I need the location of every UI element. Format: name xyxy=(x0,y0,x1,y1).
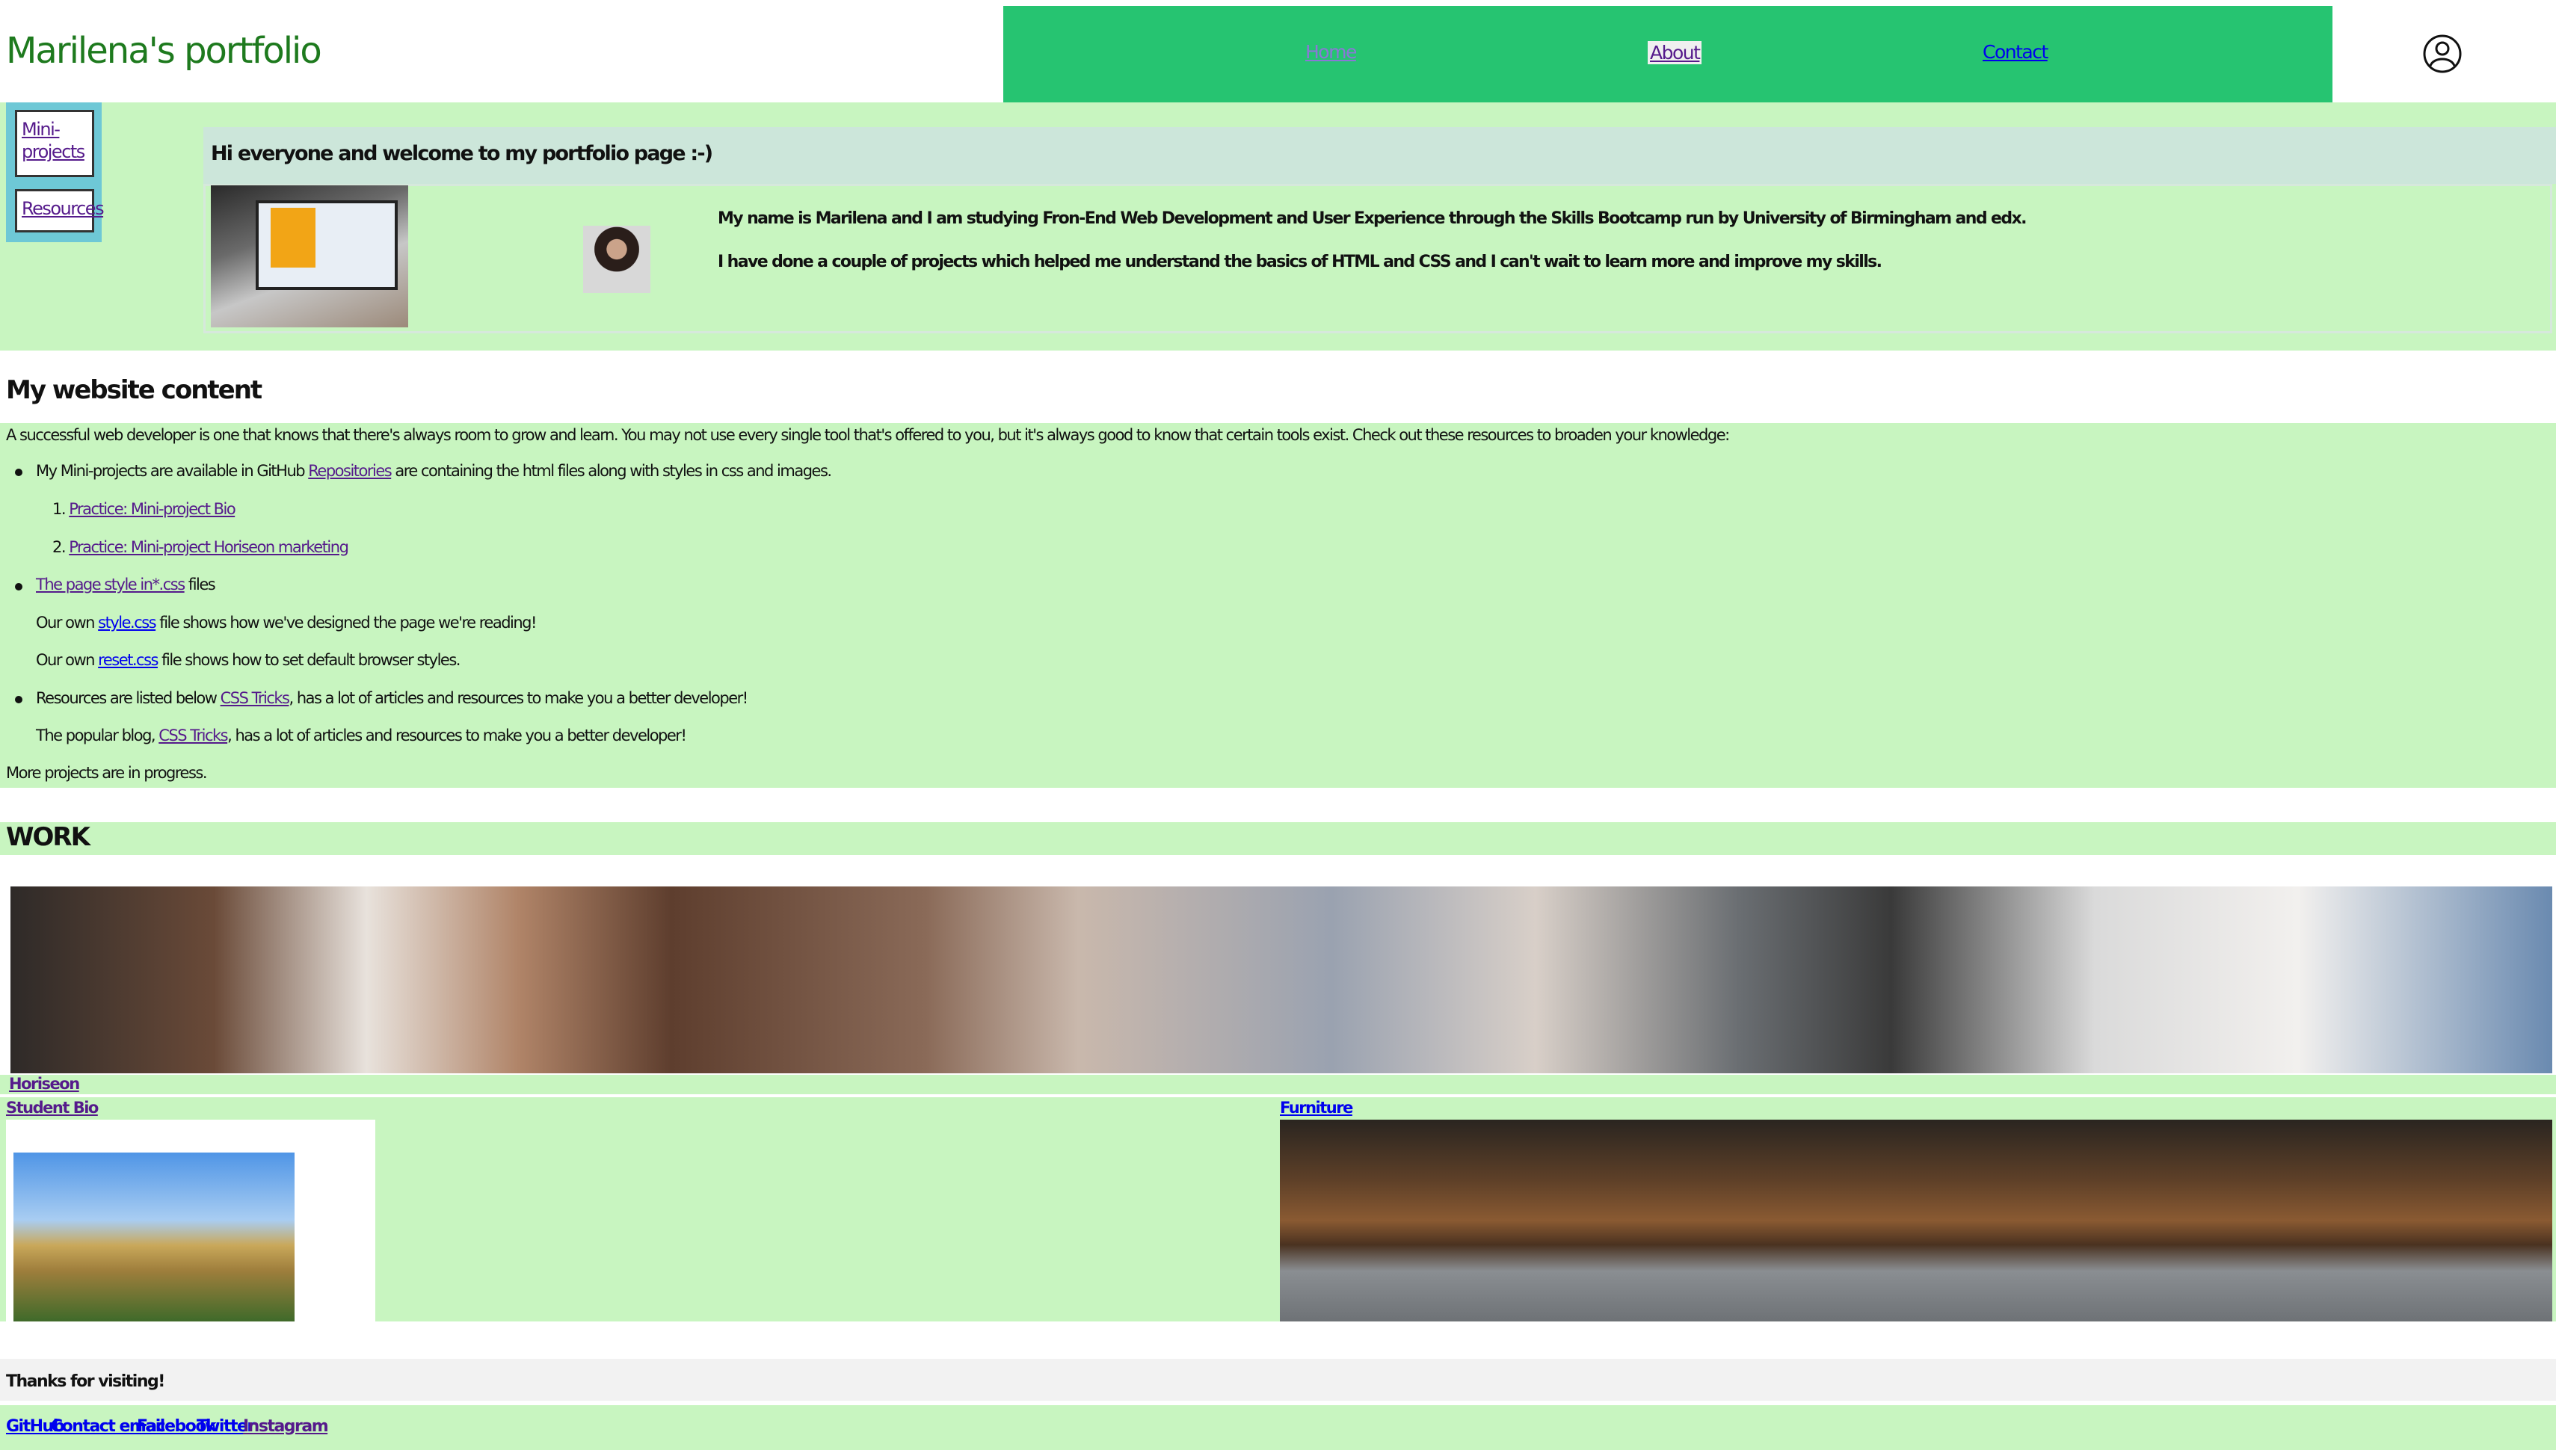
style-line-pre: Our own xyxy=(36,614,99,632)
furniture-link[interactable]: Furniture xyxy=(1280,1099,1353,1117)
horiseon-link[interactable]: Horiseon xyxy=(9,1075,80,1093)
nav-about-link[interactable]: About xyxy=(1648,41,1702,64)
content-lead: A successful web developer is one that k… xyxy=(6,426,1730,444)
css-tricks-link[interactable]: CSS Tricks xyxy=(221,689,290,707)
list-item-2: The page style in*.css files xyxy=(36,576,216,593)
more-projects-text: More projects are in progress. xyxy=(6,764,208,782)
bullet xyxy=(15,583,22,590)
student-bio-link[interactable]: Student Bio xyxy=(6,1099,99,1117)
thanks-text: Thanks for visiting! xyxy=(6,1372,165,1391)
page-style-link[interactable]: The page style in*.css xyxy=(36,576,185,593)
furniture-image[interactable] xyxy=(1280,1120,2552,1321)
mini-project-horiseon-link[interactable]: Practice: Mini-project Horiseon marketin… xyxy=(69,538,349,556)
castle-image xyxy=(13,1153,295,1321)
sub-item-2: 2. Practice: Mini-project Horiseon marke… xyxy=(52,538,349,556)
laptop-image xyxy=(211,185,408,327)
reset-css-link[interactable]: reset.css xyxy=(98,651,158,669)
css-tricks-blog-link[interactable]: CSS Tricks xyxy=(158,727,228,744)
aside-mini-projects-link[interactable]: Mini-projects xyxy=(15,110,94,177)
intro-paragraph-1: My name is Marilena and I am studying Fr… xyxy=(718,209,2027,228)
aside-nav: Mini-projects Resources xyxy=(6,102,105,242)
aside-resources-link[interactable]: Resources xyxy=(15,189,105,232)
list-item-1-post: are containing the html files along with… xyxy=(391,462,832,480)
sub-item-1-number: 1. xyxy=(52,500,67,518)
welcome-heading: Hi everyone and welcome to my portfolio … xyxy=(211,142,713,165)
nav-contact-link[interactable]: Contact xyxy=(1983,41,2048,63)
bullet xyxy=(15,469,22,476)
sub-item-1: 1. Practice: Mini-project Bio xyxy=(52,500,236,518)
blog-line-pre: The popular blog, xyxy=(36,727,159,744)
style-line-post: file shows how we've designed the page w… xyxy=(155,614,537,632)
profile-photo xyxy=(583,226,650,293)
list-item-1: My Mini-projects are available in GitHub… xyxy=(36,462,832,480)
list-item-3-post: , has a lot of articles and resources to… xyxy=(289,689,748,707)
user-avatar-icon[interactable] xyxy=(2422,34,2463,74)
footer-instagram-link[interactable]: Instagram xyxy=(243,1417,329,1436)
nav-home-link[interactable]: Home xyxy=(1305,41,1357,63)
sub-item-2-number: 2. xyxy=(52,538,67,556)
horiseon-image[interactable] xyxy=(10,886,2552,1073)
footer-band xyxy=(0,1405,2556,1450)
bullet xyxy=(15,696,22,703)
site-title: Marilena's portfolio xyxy=(6,30,322,72)
content-heading: My website content xyxy=(6,375,262,405)
work-band xyxy=(0,822,2556,855)
thanks-band xyxy=(0,1359,2556,1401)
mini-project-bio-link[interactable]: Practice: Mini-project Bio xyxy=(69,500,235,518)
reset-line: Our own reset.css file shows how to set … xyxy=(36,651,461,669)
repositories-link[interactable]: Repositories xyxy=(308,462,392,480)
reset-line-pre: Our own xyxy=(36,651,99,669)
intro-paragraph-2: I have done a couple of projects which h… xyxy=(718,253,1882,271)
list-item-2-post: files xyxy=(184,576,216,593)
blog-line: The popular blog, CSS Tricks, has a lot … xyxy=(36,727,687,744)
blog-line-post: , has a lot of articles and resources to… xyxy=(227,727,687,744)
horiseon-caption-band xyxy=(0,1075,2556,1094)
work-heading: WORK xyxy=(6,822,90,852)
list-item-1-pre: My Mini-projects are available in GitHub xyxy=(36,462,309,480)
reset-line-post: file shows how to set default browser st… xyxy=(157,651,461,669)
list-item-3: Resources are listed below CSS Tricks, h… xyxy=(36,689,748,707)
style-line: Our own style.css file shows how we've d… xyxy=(36,614,537,632)
style-css-link[interactable]: style.css xyxy=(98,614,156,632)
calculator-graphic xyxy=(271,208,315,268)
list-item-3-pre: Resources are listed below xyxy=(36,689,221,707)
student-bio-card[interactable] xyxy=(6,1120,375,1321)
